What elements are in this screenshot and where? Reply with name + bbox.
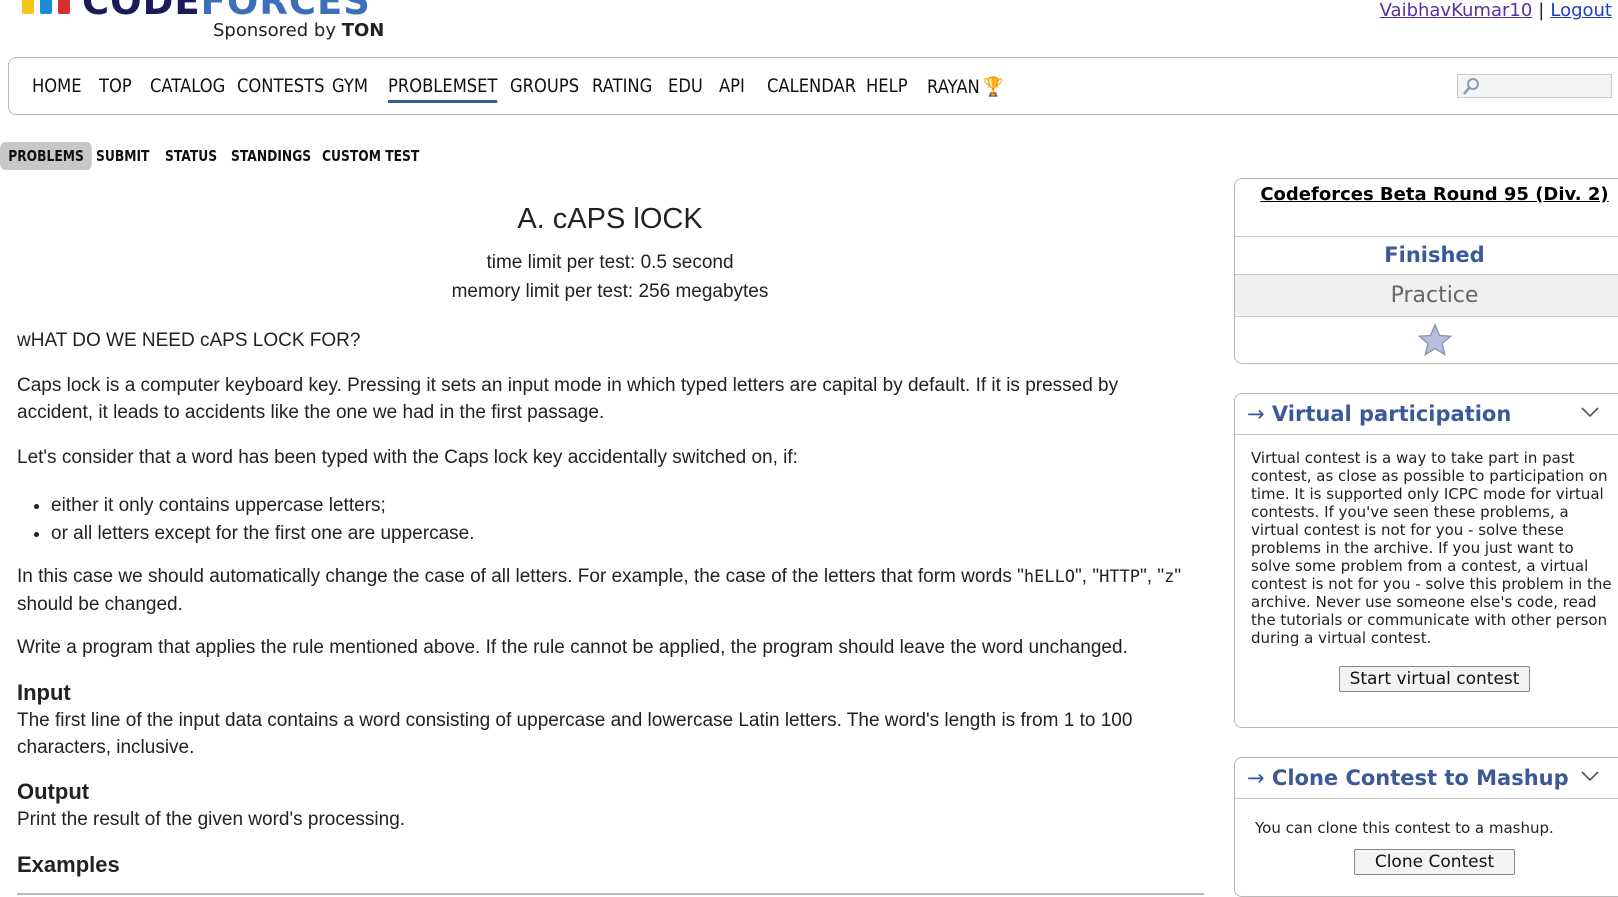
list-item: or all letters except for the first one … [51, 520, 475, 548]
menu-item-home[interactable]: HOME [32, 75, 82, 97]
chevron-down-icon[interactable] [1580, 405, 1600, 419]
contest-status: Finished [1235, 237, 1618, 275]
menu-item-gym[interactable]: GYM [332, 75, 368, 97]
favourite-star[interactable] [1235, 317, 1618, 365]
legend-paragraph-1: Caps lock is a computer keyboard key. Pr… [17, 375, 1119, 423]
problem-title: A. cAPS lOCK [517, 203, 703, 235]
arrow-right-icon: → [1247, 766, 1265, 790]
virtual-participation-caption: → Virtual participation [1235, 394, 1618, 435]
menu-item-api[interactable]: API [719, 75, 745, 97]
search-input[interactable] [1457, 74, 1612, 98]
examples-section-title: Examples [17, 852, 120, 877]
time-limit: time limit per test: 0.5 second [486, 252, 734, 273]
user-box: VaibhavKumar10 | Logout [1380, 0, 1612, 21]
tab-status[interactable]: STATUS [165, 142, 217, 170]
arrow-right-icon: → [1247, 402, 1265, 426]
tab-submit[interactable]: SUBMIT [96, 142, 149, 170]
clone-contest-description: You can clone this contest to a mashup. [1255, 819, 1554, 837]
legend-paragraph-4: Write a program that applies the rule me… [17, 637, 1128, 658]
clone-contest-box: → Clone Contest to Mashup You can clone … [1234, 757, 1618, 897]
menu-item-calendar[interactable]: CALENDAR [767, 75, 856, 97]
virtual-participation-box: → Virtual participation Virtual contest … [1234, 393, 1618, 728]
trophy-icon: 🏆 [983, 76, 1004, 98]
menu-item-rayan-label: RAYAN [927, 76, 980, 98]
chevron-down-icon[interactable] [1580, 769, 1600, 783]
input-spec: The first line of the input data contain… [17, 710, 1133, 758]
menu-item-catalog[interactable]: CATALOG [150, 75, 225, 97]
menu-item-help[interactable]: HELP [866, 75, 908, 97]
tab-standings[interactable]: STANDINGS [231, 142, 311, 170]
logout-link[interactable]: Logout [1550, 0, 1612, 21]
search-icon [1463, 78, 1479, 95]
user-separator: | [1538, 0, 1545, 21]
legend-intro: wHAT DO WE NEED cAPS LOCK FOR? [17, 330, 361, 351]
sponsor-line: Sponsored by TON [213, 20, 385, 41]
menu-item-rating[interactable]: RATING [592, 75, 652, 97]
memory-limit: memory limit per test: 256 megabytes [451, 281, 769, 302]
conditions-list: either it only contains uppercase letter… [17, 492, 475, 548]
input-section-title: Input [17, 680, 71, 705]
menu-item-problemset[interactable]: PROBLEMSET [388, 75, 498, 103]
contest-phase: Practice [1235, 275, 1618, 317]
output-section-title: Output [17, 779, 90, 804]
menu-item-top[interactable]: TOP [99, 75, 132, 97]
menu-item-groups[interactable]: GROUPS [510, 75, 579, 97]
list-item: either it only contains uppercase letter… [51, 492, 475, 520]
contest-info-box: Codeforces Beta Round 95 (Div. 2) Finish… [1234, 178, 1618, 364]
contest-name-link[interactable]: Codeforces Beta Round 95 (Div. 2) [1260, 184, 1608, 205]
examples-divider [17, 893, 1204, 895]
contest-name: Codeforces Beta Round 95 (Div. 2) [1235, 179, 1618, 237]
clone-contest-button[interactable]: Clone Contest [1353, 849, 1516, 875]
legend-paragraph-3: In this case we should automatically cha… [17, 566, 1182, 615]
clone-contest-caption: → Clone Contest to Mashup [1235, 758, 1618, 799]
legend-paragraph-2: Let's consider that a word has been type… [17, 447, 798, 468]
menu-item-contests[interactable]: CONTESTS [237, 75, 325, 97]
username-link[interactable]: VaibhavKumar10 [1380, 0, 1533, 21]
main-menu: HOME TOP CATALOG CONTESTS GYM PROBLEMSET… [8, 57, 1618, 115]
start-virtual-contest-button[interactable]: Start virtual contest [1338, 666, 1531, 692]
output-spec: Print the result of the given word's pro… [17, 809, 406, 830]
clone-contest-title: Clone Contest to Mashup [1271, 766, 1569, 790]
menu-item-edu[interactable]: EDU [668, 75, 703, 97]
virtual-participation-description: Virtual contest is a way to take part in… [1251, 449, 1612, 647]
menu-item-rayan[interactable]: RAYAN 🏆 [927, 75, 1004, 98]
virtual-participation-title: Virtual participation [1271, 402, 1512, 426]
tab-custom-test[interactable]: CUSTOM TEST [322, 142, 419, 170]
star-icon [1417, 323, 1452, 357]
tab-problems[interactable]: PROBLEMS [0, 142, 93, 170]
